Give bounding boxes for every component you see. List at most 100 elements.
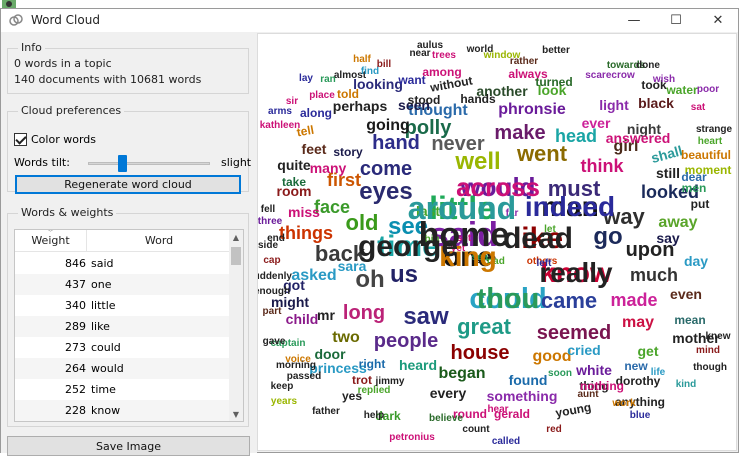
checkbox-checked-icon	[14, 133, 27, 146]
cloud-word: think	[581, 156, 625, 176]
cloud-word: thou	[477, 283, 540, 315]
cloud-word: young	[554, 400, 592, 420]
cloud-word: really	[539, 257, 613, 288]
cloud-word: came	[541, 288, 597, 313]
cloud-word: dead	[503, 222, 573, 255]
table-row[interactable]: 264 would	[15, 358, 231, 379]
cloud-word: hear	[487, 404, 508, 415]
cloud-word: going	[366, 117, 410, 134]
title-bar: Word Cloud — ☐ ✕	[1, 9, 738, 32]
cloud-word: water	[665, 83, 698, 97]
words-tilt-label: Words tilt:	[14, 156, 70, 169]
cloud-word: want	[397, 73, 425, 87]
cloud-word: away	[658, 214, 697, 231]
left-panel: Info 0 words in a topic 140 documents wi…	[1, 33, 257, 456]
weight-cell: 252	[65, 383, 86, 396]
table-row[interactable]: 289 like	[15, 316, 231, 337]
cloud-word: come	[360, 158, 412, 180]
table-row[interactable]: 340 little	[15, 295, 231, 316]
cloud-word: new	[624, 359, 648, 373]
cloud-word: still	[656, 165, 680, 181]
cloud-word: soon	[548, 368, 572, 379]
weight-cell: 228	[65, 404, 86, 417]
minimize-icon: —	[627, 13, 641, 28]
word-cell: could	[91, 341, 121, 354]
cloud-word: kind	[676, 379, 697, 390]
table-vertical-scrollbar[interactable]: ▲ ▼	[229, 230, 243, 421]
cloud-word: men	[682, 181, 707, 195]
table-body: 846 said 437 one 340 little 289 like 273 could 264…	[15, 253, 231, 421]
table-row[interactable]: 437 one	[15, 274, 231, 295]
cloud-word: kathleen	[260, 120, 301, 131]
scrollbar-thumb[interactable]	[231, 247, 241, 265]
words-weights-table: ﹀ Weight Word 846 said 437 one 340 little 289 l…	[14, 229, 244, 422]
weight-column-header[interactable]: ﹀ Weight	[15, 230, 87, 251]
cloud-word: red	[546, 424, 562, 435]
cloud-word: mean	[674, 313, 705, 327]
table-row[interactable]: 252 time	[15, 379, 231, 400]
cloud-word: ever	[582, 115, 611, 131]
word-cloud-canvas: said little one like could would time know man mu…	[257, 33, 737, 451]
cloud-word: eyes	[359, 178, 412, 205]
scroll-down-arrow-icon[interactable]: ▼	[229, 407, 243, 421]
cloud-word: story	[333, 145, 363, 159]
cloud-word: keep	[271, 381, 294, 392]
cloud-word: hands	[460, 92, 496, 106]
word-cell: one	[91, 278, 112, 291]
cloud-word: life	[651, 367, 666, 378]
table-row[interactable]: 273 could	[15, 337, 231, 358]
cloud-word: trees	[432, 50, 456, 61]
cloud-word: two	[332, 329, 360, 346]
save-image-button[interactable]: Save Image	[7, 436, 250, 456]
cloud-word: place	[309, 90, 335, 101]
cloud-word: put	[691, 197, 710, 211]
tilt-slight-label: slight	[221, 156, 252, 169]
cloud-word: phronsie	[498, 101, 566, 118]
cloud-word: father	[312, 406, 340, 417]
cloud-word: better	[542, 45, 570, 56]
word-column-header[interactable]: Word	[87, 230, 231, 251]
regenerate-word-cloud-button[interactable]: Regenerate word cloud	[15, 175, 241, 194]
cloud-word: lay	[299, 73, 313, 84]
cloud-word: stood	[408, 93, 441, 107]
maximize-button[interactable]: ☐	[659, 9, 693, 32]
words-tilt-row: Words tilt: slight	[14, 155, 251, 172]
cloud-word: along	[300, 106, 332, 120]
cloud-word: right	[359, 357, 386, 371]
cloud-word: ran	[320, 74, 336, 85]
table-row[interactable]: 228 know	[15, 400, 231, 421]
words-tilt-slider[interactable]	[88, 162, 210, 165]
words-tilt-slider-thumb[interactable]	[118, 155, 127, 172]
cloud-word: knew	[705, 331, 730, 342]
cloud-word: aunt	[577, 389, 599, 400]
color-words-checkbox[interactable]: Color words	[14, 133, 96, 146]
sort-arrow-icon: ﹀	[47, 229, 54, 237]
cloud-word: cap	[263, 255, 280, 266]
close-button[interactable]: ✕	[701, 9, 735, 32]
cloud-word: may	[622, 314, 654, 331]
cloud-word: george	[358, 230, 458, 263]
cloud-word: aulus	[417, 40, 444, 51]
cloud-word: get	[638, 343, 659, 359]
weight-cell: 273	[65, 341, 86, 354]
cloud-word: help	[364, 410, 385, 421]
cloud-word: jimmy	[375, 376, 405, 387]
cloud-word: answered	[606, 130, 671, 146]
scroll-up-arrow-icon[interactable]: ▲	[229, 230, 243, 244]
cloud-word: years	[271, 396, 298, 407]
documents-text: 140 documents with 10681 words	[14, 73, 202, 86]
info-group-label: Info	[18, 41, 45, 54]
cloud-word: quite	[277, 157, 311, 173]
cloud-word: us	[390, 261, 418, 288]
cloud-word: black	[638, 95, 674, 111]
cloud-word: believe	[429, 413, 463, 424]
cloud-word: good	[532, 348, 571, 365]
cloud-word: great	[457, 314, 511, 339]
table-row[interactable]: 846 said	[15, 253, 231, 274]
close-icon: ✕	[712, 13, 724, 28]
minimize-button[interactable]: —	[617, 9, 651, 32]
cloud-word: miss	[288, 204, 320, 220]
cloud-word: even	[670, 286, 702, 302]
weight-cell: 264	[65, 362, 86, 375]
cloud-word: heart	[698, 136, 723, 147]
